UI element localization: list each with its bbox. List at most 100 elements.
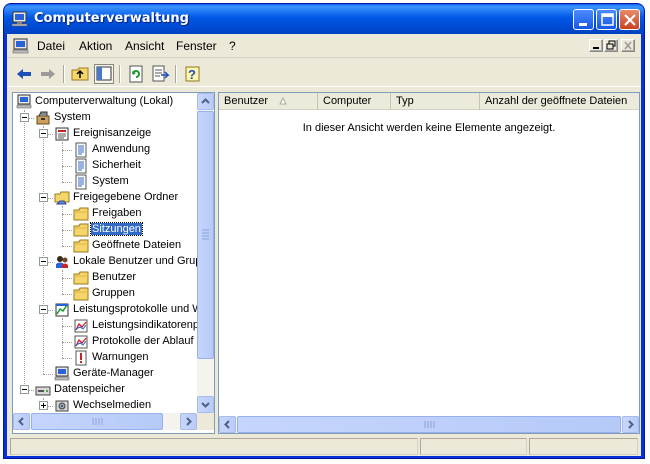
expand-icon[interactable] bbox=[39, 401, 48, 410]
results-list[interactable]: Benutzer Computer Typ Anzahl der geöffne… bbox=[218, 92, 640, 434]
tree-node-label: Ereignisanzeige bbox=[73, 127, 152, 139]
show-hide-tree-button[interactable] bbox=[94, 64, 114, 84]
column-header-computer[interactable]: Computer bbox=[318, 93, 391, 110]
computer-management-icon bbox=[16, 94, 32, 109]
menu-datei[interactable]: Datei bbox=[37, 39, 65, 53]
tree-node[interactable]: Lokale Benutzer und Grup bbox=[13, 254, 197, 270]
toolbar-separator bbox=[175, 65, 177, 83]
tree-node[interactable]: Protokolle der Ablauf bbox=[13, 334, 197, 350]
child-close-button[interactable] bbox=[621, 39, 635, 52]
tree-node[interactable]: Geöffnete Dateien bbox=[13, 238, 197, 254]
forward-arrow-icon[interactable] bbox=[38, 64, 58, 84]
minimize-button[interactable] bbox=[573, 9, 594, 30]
scroll-up-button[interactable] bbox=[197, 93, 214, 110]
column-header-benutzer[interactable]: Benutzer bbox=[219, 93, 318, 110]
tree-node[interactable]: Leistungsindikatorenp bbox=[13, 318, 197, 334]
grip-icon bbox=[424, 421, 435, 428]
tree-node[interactable]: System bbox=[13, 110, 197, 126]
column-header-open-files[interactable]: Anzahl der geöffnete Dateien bbox=[480, 93, 639, 110]
collapse-icon[interactable] bbox=[20, 385, 29, 394]
tree-node[interactable]: Freigaben bbox=[13, 206, 197, 222]
help-icon[interactable]: ? bbox=[182, 64, 202, 84]
title-bar[interactable]: Computerverwaltung bbox=[4, 4, 644, 34]
tree-vertical-scrollbar[interactable] bbox=[197, 93, 214, 413]
storage-icon bbox=[35, 386, 51, 396]
tree-node-label: Sicherheit bbox=[92, 159, 141, 171]
tree-node[interactable]: System bbox=[13, 174, 197, 190]
tree-node[interactable]: Sitzungen bbox=[13, 222, 197, 238]
system-tools-icon bbox=[36, 111, 50, 125]
maximize-button[interactable] bbox=[596, 9, 617, 30]
collapse-icon[interactable] bbox=[39, 257, 48, 266]
menu-ansicht[interactable]: Ansicht bbox=[125, 39, 164, 53]
tree-node[interactable]: Sicherheit bbox=[13, 158, 197, 174]
chevron-right-icon bbox=[186, 417, 192, 426]
tree-node[interactable]: Computerverwaltung (Lokal) bbox=[13, 94, 197, 110]
status-cell-main bbox=[10, 438, 418, 455]
menu-help[interactable]: ? bbox=[229, 39, 236, 53]
performance-chart-icon bbox=[74, 335, 88, 349]
refresh-icon[interactable] bbox=[126, 64, 146, 84]
tree-node-label: Warnungen bbox=[92, 351, 149, 363]
tree-node[interactable]: Ereignisanzeige bbox=[13, 126, 197, 142]
maximize-icon bbox=[601, 13, 614, 26]
collapse-icon[interactable] bbox=[39, 305, 48, 314]
tree-node[interactable]: Warnungen bbox=[13, 350, 197, 366]
collapse-icon[interactable] bbox=[39, 193, 48, 202]
empty-list-message: In dieser Ansicht werden keine Elemente … bbox=[302, 122, 556, 134]
performance-chart-icon bbox=[74, 319, 88, 333]
back-arrow-icon[interactable] bbox=[14, 64, 34, 84]
tree-node-label: Datenspeicher bbox=[54, 383, 125, 395]
column-label: Benutzer bbox=[224, 95, 269, 107]
scroll-right-button[interactable] bbox=[622, 416, 639, 433]
scroll-thumb[interactable] bbox=[237, 416, 621, 433]
close-button[interactable] bbox=[619, 9, 640, 30]
tree-node-label: System bbox=[92, 175, 129, 187]
scroll-thumb[interactable] bbox=[31, 413, 163, 430]
sort-ascending-icon bbox=[279, 97, 287, 105]
menu-fenster[interactable]: Fenster bbox=[176, 39, 217, 53]
tree-node[interactable]: Freigegebene Ordner bbox=[13, 190, 197, 206]
child-minimize-button[interactable] bbox=[589, 39, 603, 52]
collapse-icon[interactable] bbox=[20, 113, 29, 122]
list-horizontal-scrollbar[interactable] bbox=[219, 416, 639, 433]
tree-node[interactable]: Leistungsprotokolle und W bbox=[13, 302, 197, 318]
status-bar bbox=[7, 436, 641, 456]
toolbar-separator bbox=[63, 65, 65, 83]
tree-node-label: Freigaben bbox=[92, 207, 142, 219]
tree-node[interactable]: Anwendung bbox=[13, 142, 197, 158]
tree-node[interactable]: Datenspeicher bbox=[13, 382, 197, 398]
folder-icon bbox=[73, 271, 89, 285]
menu-aktion[interactable]: Aktion bbox=[79, 39, 112, 53]
close-icon bbox=[624, 41, 632, 50]
tree-node-label: Sitzungen bbox=[90, 222, 143, 236]
tree-node[interactable]: Benutzer bbox=[13, 270, 197, 286]
scrollbar-corner bbox=[197, 413, 214, 430]
scroll-thumb[interactable] bbox=[197, 111, 214, 359]
up-folder-icon[interactable] bbox=[70, 64, 90, 84]
grip-icon bbox=[202, 229, 209, 240]
show-hide-tree-icon bbox=[96, 66, 112, 81]
tree-node[interactable]: Gruppen bbox=[13, 286, 197, 302]
tree-content: Computerverwaltung (Lokal) System Ereignis… bbox=[13, 93, 197, 413]
scroll-left-button[interactable] bbox=[13, 413, 30, 430]
tree-node-label: Geräte-Manager bbox=[73, 367, 154, 379]
tree-horizontal-scrollbar[interactable] bbox=[13, 413, 197, 430]
console-icon[interactable] bbox=[12, 38, 29, 54]
console-tree[interactable]: Computerverwaltung (Lokal) System Ereignis… bbox=[12, 92, 215, 434]
chevron-down-icon bbox=[201, 402, 210, 408]
status-cell-2 bbox=[420, 438, 527, 455]
tree-node-label: Anwendung bbox=[92, 143, 151, 155]
child-restore-button[interactable] bbox=[604, 39, 618, 52]
tree-node[interactable]: Wechselmedien bbox=[13, 398, 197, 413]
scroll-right-button[interactable] bbox=[180, 413, 197, 430]
scroll-left-button[interactable] bbox=[219, 416, 236, 433]
folder-icon bbox=[73, 239, 89, 253]
export-list-icon[interactable] bbox=[150, 64, 170, 84]
collapse-icon[interactable] bbox=[39, 129, 48, 138]
scroll-down-button[interactable] bbox=[197, 396, 214, 413]
window-client-area: Datei Aktion Ansicht Fenster ? ? Compute… bbox=[7, 34, 641, 456]
column-header-typ[interactable]: Typ bbox=[391, 93, 480, 110]
folder-icon bbox=[73, 207, 89, 221]
tree-node[interactable]: Geräte-Manager bbox=[13, 366, 197, 382]
